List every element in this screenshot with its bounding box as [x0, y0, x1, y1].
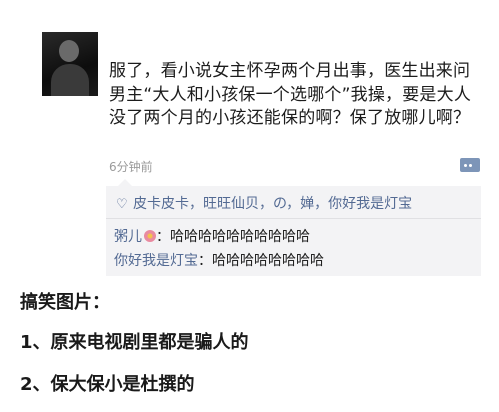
heart-icon: ♡ [116, 197, 128, 212]
comment-panel: ♡ 皮卡皮卡，旺旺仙贝，の，婵，你好我是灯宝 粥儿 ：哈哈哈哈哈哈哈哈哈哈 你好我是… [106, 179, 481, 276]
comment-icon-dot [464, 164, 467, 167]
comment-item[interactable]: 粥儿 ：哈哈哈哈哈哈哈哈哈哈 [114, 226, 310, 246]
flower-icon [144, 230, 156, 242]
likes-row: ♡ 皮卡皮卡，旺旺仙贝，の，婵，你好我是灯宝 [116, 193, 412, 213]
comment-separator: ： [198, 253, 212, 269]
avatar-head-shape [59, 40, 79, 62]
comment-icon[interactable] [460, 158, 480, 172]
divider [106, 218, 481, 219]
comment-icon-dot [469, 164, 472, 167]
caption-title: 搞笑图片： [20, 292, 110, 313]
comment-author[interactable]: 你好我是灯宝 [114, 253, 198, 269]
comment-text: 哈哈哈哈哈哈哈哈 [212, 253, 324, 269]
comment-text: 哈哈哈哈哈哈哈哈哈哈 [170, 229, 310, 245]
post-timestamp: 6分钟前 [109, 160, 153, 174]
caption-line-2: 2、保大保小是杜撰的 [20, 374, 195, 395]
moments-post: 服了，看小说女主怀孕两个月出事，医生出来问男主“大人和小孩保一个选哪个”我操，要… [14, 8, 482, 280]
avatar[interactable] [42, 32, 98, 96]
comment-separator: ： [156, 229, 170, 245]
caption-line-1: 1、原来电视剧里都是骗人的 [20, 332, 249, 353]
comment-author[interactable]: 粥儿 [114, 229, 142, 245]
comment-item[interactable]: 你好我是灯宝：哈哈哈哈哈哈哈哈 [114, 250, 324, 270]
post-text: 服了，看小说女主怀孕两个月出事，医生出来问男主“大人和小孩保一个选哪个”我操，要… [109, 61, 472, 128]
likes-names[interactable]: 皮卡皮卡，旺旺仙贝，の，婵，你好我是灯宝 [133, 196, 412, 212]
avatar-body-shape [51, 64, 89, 96]
